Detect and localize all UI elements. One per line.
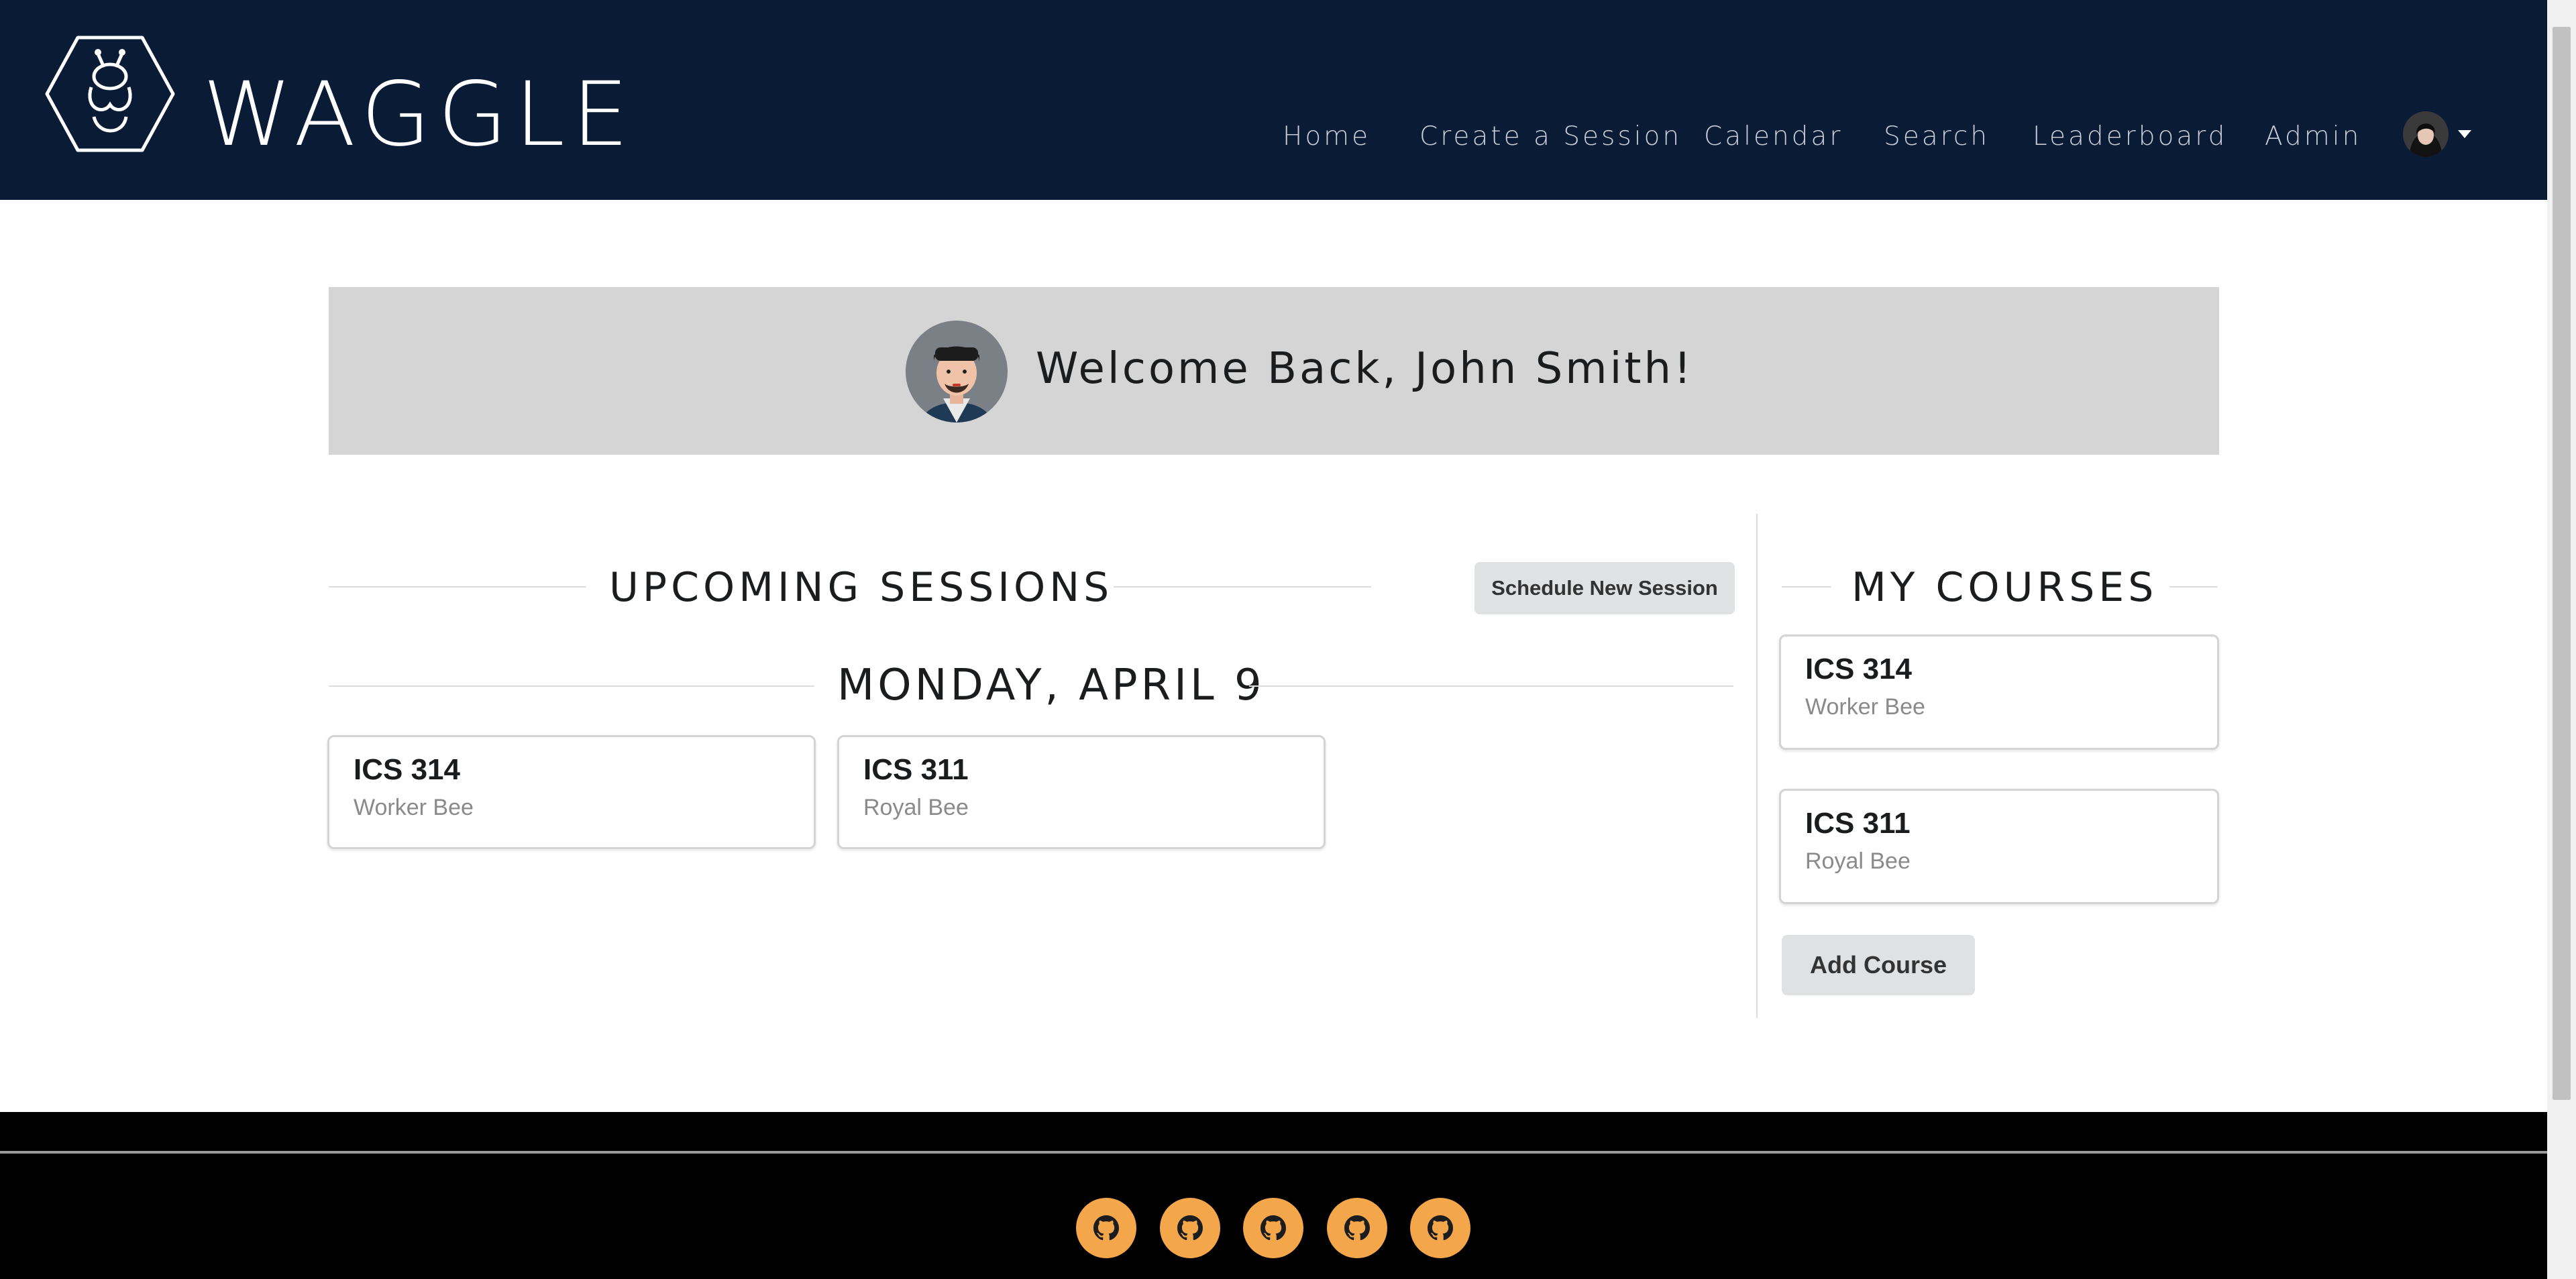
user-avatar-icon[interactable]	[2403, 111, 2449, 157]
course-name: ICS 314	[1805, 653, 1912, 685]
welcome-banner: Welcome Back, John Smith!	[329, 287, 2219, 455]
course-name: ICS 311	[1805, 807, 1911, 840]
course-card[interactable]: ICS 314 Worker Bee	[1779, 634, 2219, 750]
session-role: Worker Bee	[354, 795, 474, 820]
course-card[interactable]: ICS 311 Royal Bee	[1779, 789, 2219, 904]
upcoming-sessions-title: UPCOMING SESSIONS	[609, 564, 1114, 611]
divider-line	[1249, 685, 1733, 687]
nav-home[interactable]: Home	[1283, 110, 1371, 164]
column-divider	[1756, 514, 1758, 1018]
github-icon[interactable]	[1243, 1198, 1303, 1258]
nav-leaderboard[interactable]: Leaderboard	[2033, 110, 2227, 164]
nav-admin[interactable]: Admin	[2265, 110, 2361, 164]
session-course: ICS 314	[354, 753, 460, 786]
nav-calendar[interactable]: Calendar	[1704, 110, 1843, 164]
bee-hexagon-icon[interactable]	[44, 35, 176, 153]
schedule-new-session-button[interactable]: Schedule New Session	[1474, 562, 1735, 614]
nav-search[interactable]: Search	[1884, 110, 1990, 164]
welcome-message: Welcome Back, John Smith!	[1036, 344, 1694, 394]
caret-down-icon[interactable]	[2458, 130, 2471, 138]
github-icon[interactable]	[1410, 1198, 1470, 1258]
session-card[interactable]: ICS 314 Worker Bee	[327, 735, 816, 849]
session-role: Royal Bee	[863, 795, 969, 820]
footer-band	[0, 1112, 2547, 1151]
divider-line	[1114, 586, 1371, 588]
course-role: Royal Bee	[1805, 848, 1911, 874]
divider-line	[1782, 586, 1831, 588]
divider-line	[2169, 586, 2218, 588]
github-icon[interactable]	[1076, 1198, 1136, 1258]
github-icon[interactable]	[1327, 1198, 1387, 1258]
brand-name[interactable]: WAGGLE	[203, 64, 635, 165]
divider-line	[329, 586, 586, 588]
session-card[interactable]: ICS 311 Royal Bee	[837, 735, 1326, 849]
nav-create-session[interactable]: Create a Session	[1419, 110, 1682, 164]
github-icon[interactable]	[1160, 1198, 1220, 1258]
top-navbar: WAGGLE Home Create a Session Calendar Se…	[0, 0, 2547, 200]
session-date-heading: MONDAY, APRIL 9	[837, 661, 1265, 710]
scrollbar-thumb[interactable]	[2553, 27, 2571, 1100]
course-role: Worker Bee	[1805, 694, 1925, 720]
add-course-button[interactable]: Add Course	[1782, 935, 1975, 995]
vertical-scrollbar[interactable]	[2547, 0, 2576, 1279]
session-course: ICS 311	[863, 753, 969, 786]
divider-line	[329, 685, 814, 687]
my-courses-title: MY COURSES	[1851, 564, 2158, 611]
profile-avatar-icon	[906, 321, 1008, 423]
